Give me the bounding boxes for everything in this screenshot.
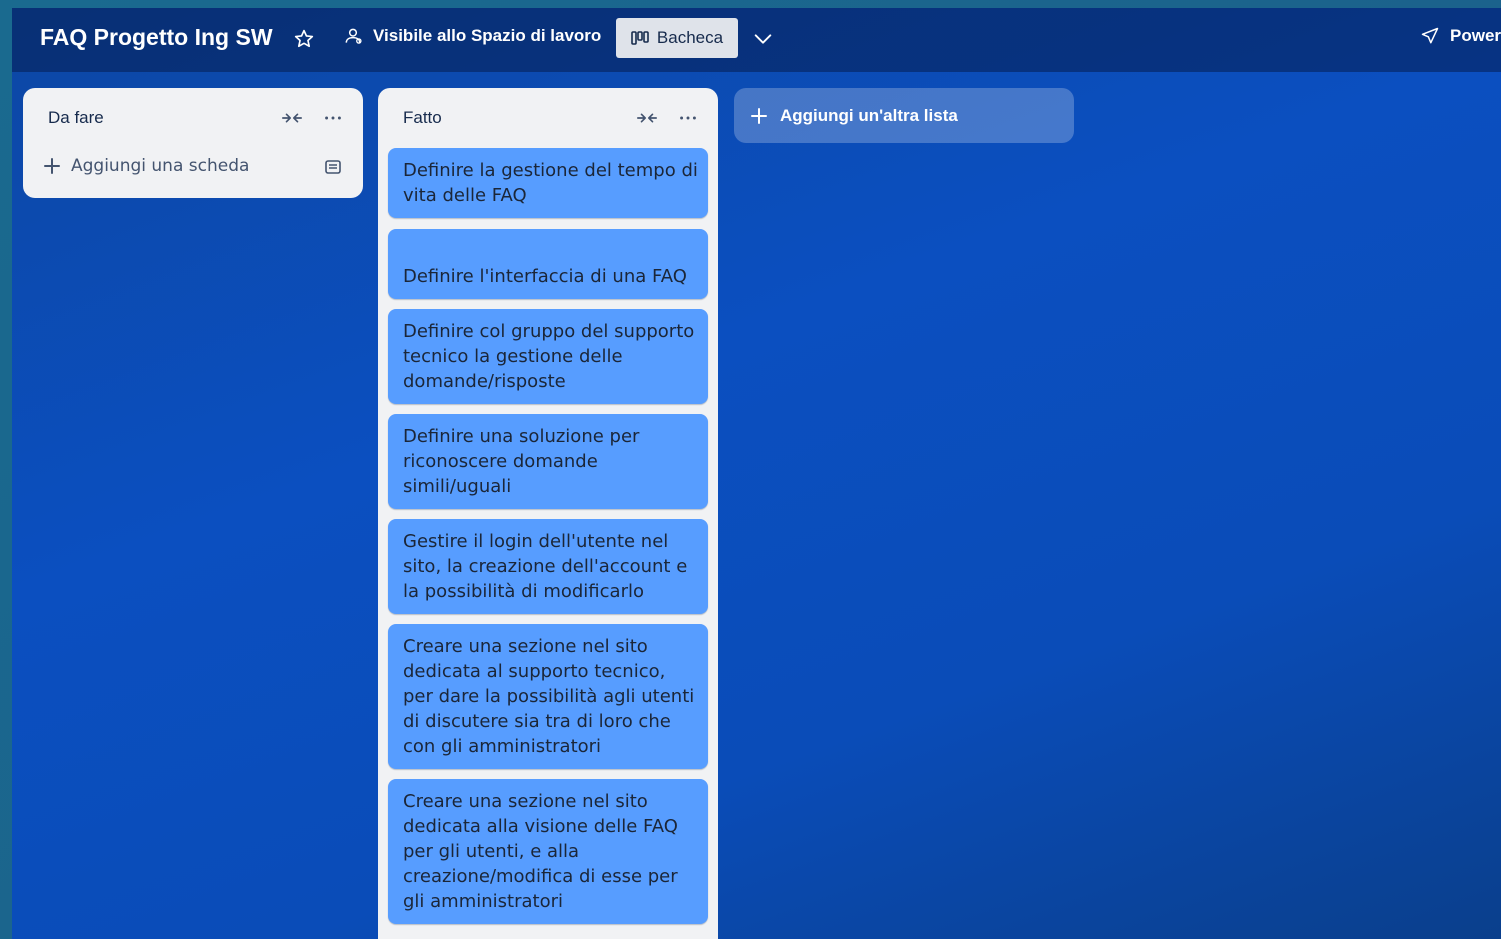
board-title[interactable]: FAQ Progetto Ing SW	[40, 24, 273, 51]
board-icon	[631, 31, 649, 45]
card-title: Creare una sezione nel sito dedicata al …	[403, 636, 695, 757]
plus-icon	[751, 107, 767, 124]
add-card-label: Aggiungi una scheda	[71, 156, 250, 176]
card[interactable]: Definire l'interfaccia di una FAQ	[388, 229, 708, 299]
visibility-label: Visibile allo Spazio di lavoro	[373, 26, 602, 45]
card-title: Definire la gestione del tempo di vita d…	[403, 160, 698, 206]
power-ups-button[interactable]: Power	[1420, 26, 1501, 46]
card-title: Gestire il login dell'utente nel sito, l…	[403, 531, 688, 602]
list-fatto: Fatto Definire la gestione del tempo di …	[378, 88, 718, 939]
collapse-icon[interactable]	[281, 110, 303, 126]
rocket-icon	[1421, 27, 1439, 44]
add-list-label: Aggiungi un'altra lista	[780, 105, 958, 125]
card[interactable]: Definire la gestione del tempo di vita d…	[388, 148, 708, 218]
card[interactable]: Definire una soluzione per riconoscere d…	[388, 414, 708, 509]
board-canvas: FAQ Progetto Ing SW Visibile allo Spazio…	[12, 8, 1501, 939]
card-title: Definire una soluzione per riconoscere d…	[403, 426, 640, 497]
chevron-down-icon[interactable]	[752, 28, 774, 50]
people-icon	[345, 28, 362, 44]
list-da-fare: Da fare Aggiungi una scheda	[23, 88, 363, 198]
list-title[interactable]: Fatto	[403, 108, 442, 128]
card-title: Definire col gruppo del supporto tecnico…	[403, 321, 695, 392]
add-list-button[interactable]: Aggiungi un'altra lista	[734, 88, 1074, 143]
board-header: FAQ Progetto Ing SW Visibile allo Spazio…	[12, 8, 1501, 72]
more-icon[interactable]	[677, 110, 699, 126]
card-title: Definire l'interfaccia di una FAQ	[403, 266, 687, 287]
card[interactable]: Gestire il login dell'utente nel sito, l…	[388, 519, 708, 614]
collapse-icon[interactable]	[636, 110, 658, 126]
plus-icon	[44, 158, 60, 174]
view-label: Bacheca	[656, 28, 724, 47]
card[interactable]: Creare una sezione nel sito dedicata al …	[388, 624, 708, 769]
power-ups-label: Power	[1450, 26, 1501, 45]
card-title: Creare una sezione nel sito dedicata all…	[403, 791, 678, 912]
add-card-button[interactable]: Aggiungi una scheda	[43, 156, 249, 176]
card[interactable]: Definire col gruppo del supporto tecnico…	[388, 309, 708, 404]
template-icon[interactable]	[324, 158, 342, 176]
card[interactable]: Creare una sezione nel sito dedicata all…	[388, 779, 708, 924]
visibility-button[interactable]: Visibile allo Spazio di lavoro	[343, 26, 601, 46]
list-title[interactable]: Da fare	[48, 108, 104, 128]
star-icon[interactable]	[293, 28, 315, 50]
more-icon[interactable]	[322, 110, 344, 126]
view-switcher-button[interactable]: Bacheca	[616, 18, 738, 58]
